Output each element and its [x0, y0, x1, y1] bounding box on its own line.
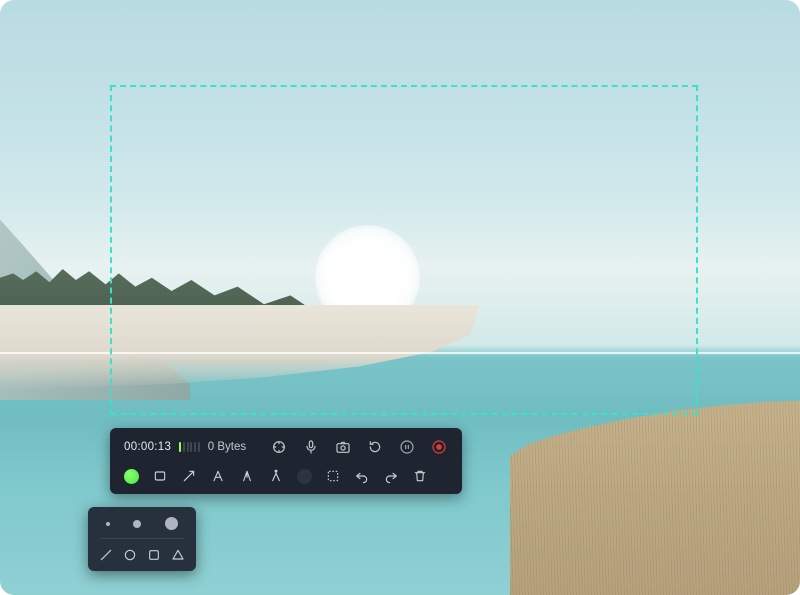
- circle-shape-icon[interactable]: [122, 547, 138, 563]
- desktop-background: 00:00:13 0 Bytes: [0, 0, 800, 595]
- text-tool-icon[interactable]: [210, 468, 226, 484]
- compass-tool-icon[interactable]: [268, 468, 284, 484]
- toolbar-status-row: 00:00:13 0 Bytes: [124, 438, 448, 456]
- level-bar: [179, 442, 181, 452]
- dark-color-swatch[interactable]: [297, 469, 312, 484]
- square-shape-icon[interactable]: [146, 547, 162, 563]
- shape-row: [98, 547, 186, 563]
- current-color-swatch[interactable]: [124, 469, 139, 484]
- size-large[interactable]: [165, 517, 178, 530]
- level-bar: [187, 442, 189, 452]
- audio-level-meter: [179, 442, 200, 452]
- rectangle-tool-icon[interactable]: [152, 468, 168, 484]
- microphone-icon[interactable]: [302, 438, 320, 456]
- cursor-icon[interactable]: [270, 438, 288, 456]
- stop-record-icon[interactable]: [430, 438, 448, 456]
- pause-icon[interactable]: [398, 438, 416, 456]
- status-left-group: 00:00:13 0 Bytes: [124, 441, 246, 453]
- marquee-tool-icon[interactable]: [325, 468, 341, 484]
- capture-region[interactable]: [110, 85, 698, 415]
- level-bar: [183, 442, 185, 452]
- level-bar: [198, 442, 200, 452]
- file-size: 0 Bytes: [208, 441, 246, 453]
- undo-icon[interactable]: [354, 468, 370, 484]
- shape-size-popup: [88, 507, 196, 571]
- level-bar: [190, 442, 192, 452]
- pen-tool-icon[interactable]: [239, 468, 255, 484]
- reset-icon[interactable]: [366, 438, 384, 456]
- redo-icon[interactable]: [383, 468, 399, 484]
- camera-icon[interactable]: [334, 438, 352, 456]
- size-row: [98, 517, 186, 530]
- trash-icon[interactable]: [412, 468, 428, 484]
- grass-graphic: [510, 400, 800, 595]
- recording-toolbar: 00:00:13 0 Bytes: [110, 428, 462, 494]
- line-shape-icon[interactable]: [98, 547, 114, 563]
- elapsed-time: 00:00:13: [124, 441, 171, 453]
- popup-separator: [100, 538, 184, 539]
- arrow-tool-icon[interactable]: [181, 468, 197, 484]
- triangle-shape-icon[interactable]: [170, 547, 186, 563]
- size-medium[interactable]: [133, 520, 141, 528]
- level-bar: [194, 442, 196, 452]
- toolbar-draw-row: [124, 466, 448, 484]
- status-right-group: [270, 438, 448, 456]
- size-small[interactable]: [106, 522, 110, 526]
